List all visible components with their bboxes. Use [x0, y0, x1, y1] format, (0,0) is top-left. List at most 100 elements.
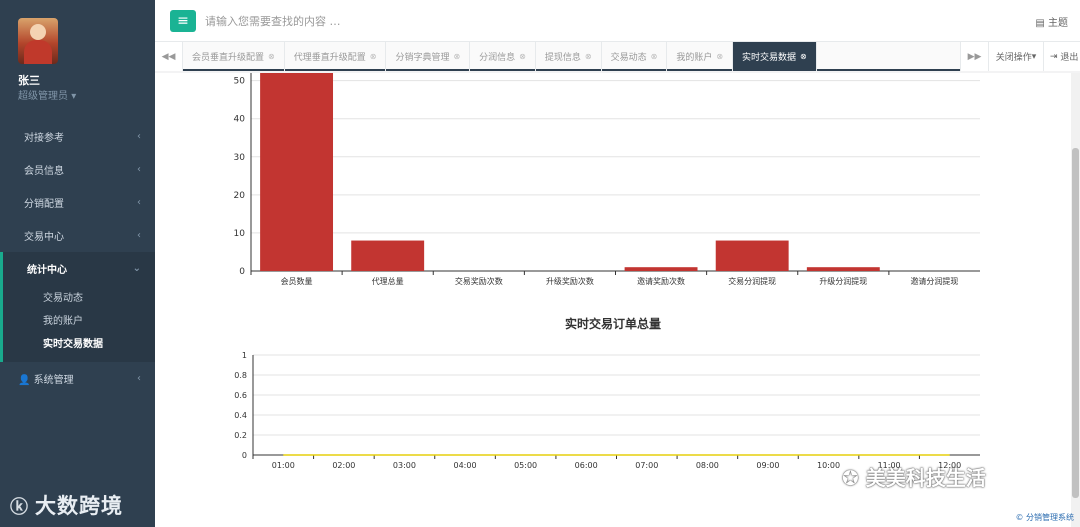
chevron-down-icon: ⌄ [132, 263, 141, 274]
line-x-tick-label: 04:00 [454, 461, 477, 470]
user-icon: 👤 [18, 375, 31, 386]
close-icon[interactable]: ⊗ [716, 52, 723, 61]
tab-label: 分销字典管理 [395, 53, 450, 63]
sidebar-item-trade[interactable]: 交易中心 ‹ [0, 219, 155, 252]
close-icon[interactable]: ⊗ [651, 52, 658, 61]
tab-label: 分润信息 [479, 53, 516, 63]
theme-label: 主题 [1048, 18, 1068, 29]
wechat-icon: ✪ [842, 466, 859, 490]
tab-trade-activity[interactable]: 交易动态 ⊗ [602, 42, 668, 71]
sidebar-subitem-label: 交易动态 [43, 293, 83, 304]
line-y-tick-label: 0.2 [234, 431, 247, 440]
close-operations-dropdown[interactable]: 关闭操作 ▾ [988, 42, 1043, 71]
line-y-tick-label: 0 [242, 451, 247, 460]
chevron-left-icon: ‹ [137, 131, 141, 142]
close-operations-label: 关闭操作 [995, 53, 1032, 63]
tab-label: 交易动态 [610, 53, 647, 63]
chevron-left-icon: ‹ [137, 373, 141, 384]
tab-list: 会员垂直升级配置 ⊗ 代理垂直升级配置 ⊗ 分销字典管理 ⊗ 分润信息 ⊗ 提现信息 ⊗ … [183, 42, 817, 71]
hamburger-icon: ≡ [177, 13, 189, 29]
line-y-tick-label: 0.6 [234, 391, 247, 400]
user-name: 张三 [18, 74, 40, 87]
exit-button[interactable]: ⇥ 退出 [1043, 42, 1080, 71]
sidebar-item-label: 系统管理 [33, 375, 74, 386]
line-x-tick-label: 10:00 [817, 461, 840, 470]
sidebar-group-spacer [0, 354, 155, 362]
tab-scroll-left-button[interactable]: ◀◀ [155, 42, 183, 71]
tab-label: 会员垂直升级配置 [192, 53, 265, 63]
tab-profit-info[interactable]: 分润信息 ⊗ [470, 42, 536, 71]
tab-withdraw-info[interactable]: 提现信息 ⊗ [536, 42, 602, 71]
watermark-right: ✪ 美美科技生活 [842, 462, 986, 491]
watermark-left-text: 大数跨境 [35, 494, 123, 518]
scrollbar-thumb[interactable] [1072, 148, 1079, 498]
theme-button[interactable]: ▤ 主题 [1035, 14, 1068, 29]
chevron-left-icon: ‹ [137, 230, 141, 241]
line-x-tick-label: 09:00 [756, 461, 779, 470]
chevron-left-icon: ‹ [137, 164, 141, 175]
profile-panel: 张三 超级管理员 ▾ [0, 0, 155, 116]
tab-label: 实时交易数据 [742, 53, 797, 63]
content-scrollbar[interactable] [1071, 73, 1080, 527]
sidebar-item-label: 会员信息 [24, 166, 64, 177]
tab-realtime-data[interactable]: 实时交易数据 ⊗ [733, 42, 817, 71]
line-y-tick-label: 0.8 [234, 371, 247, 380]
tab-label: 我的账户 [676, 53, 713, 63]
sidebar-item-label: 对接参考 [24, 133, 64, 144]
topbar: ≡ ▤ 主题 [155, 0, 1080, 42]
tab-label: 提现信息 [544, 53, 581, 63]
line-x-tick-label: 05:00 [514, 461, 537, 470]
sidebar-subitem-label: 我的账户 [43, 316, 83, 327]
watermark-left: ⓚ 大数跨境 [10, 490, 123, 520]
brand-logo-icon: ⓚ [10, 497, 29, 518]
sidebar-item-members[interactable]: 会员信息 ‹ [0, 153, 155, 186]
double-chevron-left-icon: ◀◀ [161, 51, 176, 62]
sidebar-item-docs[interactable]: 对接参考 ‹ [0, 120, 155, 153]
sidebar-subitem-trade-activity[interactable]: 交易动态 [0, 285, 155, 308]
close-icon[interactable]: ⊗ [800, 52, 807, 61]
sidebar-subitem-label: 实时交易数据 [43, 339, 103, 350]
tab-agent-upgrade[interactable]: 代理垂直升级配置 ⊗ [285, 42, 387, 71]
sidebar-subitem-my-account[interactable]: 我的账户 [0, 308, 155, 331]
user-role-label: 超级管理员 [18, 91, 68, 102]
sidebar-item-distribution[interactable]: 分销配置 ‹ [0, 186, 155, 219]
menu-toggle-button[interactable]: ≡ [170, 10, 196, 32]
tab-bar: ◀◀ 会员垂直升级配置 ⊗ 代理垂直升级配置 ⊗ 分销字典管理 ⊗ 分润信息 ⊗ 提现信… [155, 42, 1080, 71]
user-role-dropdown[interactable]: 超级管理员 ▾ [18, 87, 76, 102]
close-icon[interactable]: ⊗ [370, 52, 377, 61]
exit-label: 退出 [1060, 53, 1079, 63]
tab-scroll-right-button[interactable]: ▶▶ [960, 42, 988, 71]
close-icon[interactable]: ⊗ [585, 52, 592, 61]
tab-label: 代理垂直升级配置 [293, 53, 366, 63]
sign-out-icon: ⇥ [1050, 51, 1058, 62]
chevron-left-icon: ‹ [137, 197, 141, 208]
sidebar-item-label: 分销配置 [24, 199, 64, 210]
tab-my-account[interactable]: 我的账户 ⊗ [667, 42, 734, 71]
sidebar-nav: 对接参考 ‹ 会员信息 ‹ 分销配置 ‹ 交易中心 ‹ 统计中心 ⌄ 交易动态 我的账户 … [0, 120, 155, 395]
sidebar-item-label: 统计中心 [27, 265, 67, 276]
close-icon[interactable]: ⊗ [519, 52, 526, 61]
theme-icon: ▤ [1035, 18, 1045, 29]
search-input[interactable] [205, 12, 565, 30]
tab-member-upgrade[interactable]: 会员垂直升级配置 ⊗ [183, 42, 285, 71]
line-x-tick-label: 07:00 [635, 461, 658, 470]
sidebar-subitem-realtime-data[interactable]: 实时交易数据 [0, 331, 155, 354]
line-chart: 0 0.2 0.4 0.6 0.8 1 01:00 02:00 03:00 04:00 05:00 0… [234, 351, 980, 470]
sidebar: 张三 超级管理员 ▾ 对接参考 ‹ 会员信息 ‹ 分销配置 ‹ 交易中心 ‹ 统计中心 ⌄… [0, 0, 155, 527]
sidebar-item-statistics[interactable]: 统计中心 ⌄ [0, 252, 155, 285]
line-x-tick-label: 01:00 [272, 461, 295, 470]
line-y-tick-label: 0.4 [234, 411, 247, 420]
sidebar-item-system[interactable]: 👤 系统管理 ‹ [0, 362, 155, 395]
close-icon[interactable]: ⊗ [453, 52, 460, 61]
caret-down-icon: ▾ [1031, 51, 1037, 62]
sidebar-item-label: 交易中心 [24, 232, 64, 243]
tab-dictionary[interactable]: 分销字典管理 ⊗ [386, 42, 471, 71]
line-y-tick-label: 1 [242, 351, 247, 360]
content-panel: 0 10 20 30 40 50 会员数量 代理总量 交易奖励次数 升级奖励次数 邀请奖励次数 交易分… [155, 73, 1080, 527]
caret-down-icon: ▾ [71, 91, 77, 102]
watermark-right-text: 美美科技生活 [865, 466, 986, 490]
line-x-tick-label: 02:00 [332, 461, 355, 470]
close-icon[interactable]: ⊗ [268, 52, 275, 61]
avatar[interactable] [18, 18, 58, 64]
line-x-tick-label: 06:00 [575, 461, 598, 470]
